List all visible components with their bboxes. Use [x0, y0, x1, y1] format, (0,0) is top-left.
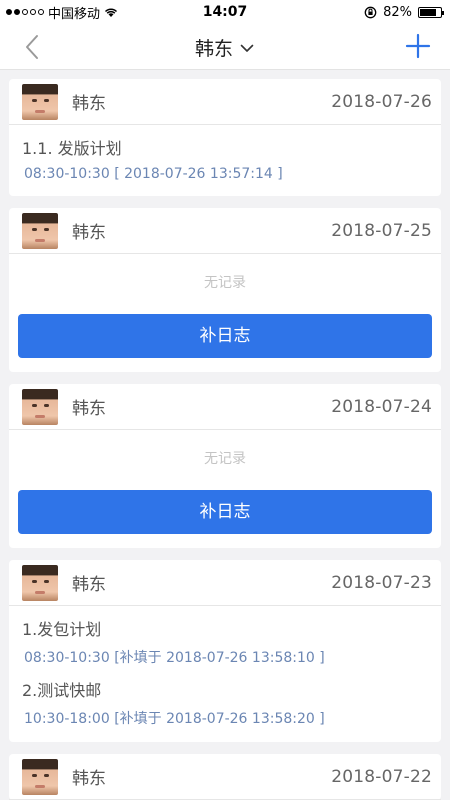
log-date: 2018-07-25: [331, 220, 432, 241]
entry-time: 08:30-10:30 [ 2018-07-26 13:57:14 ]: [24, 166, 283, 182]
log-entry[interactable]: 1.发包计划 08:30-10:30 [补填于 2018-07-26 13:58…: [22, 616, 432, 667]
supplement-log-button[interactable]: 补日志: [18, 314, 432, 358]
log-date: 2018-07-22: [331, 766, 432, 787]
log-date: 2018-07-24: [331, 396, 432, 417]
entry-title: 1.发包计划: [22, 620, 102, 639]
entry-title: 1.1. 发版计划: [22, 139, 122, 158]
entry-time: 08:30-10:30 [补填于 2018-07-26 13:58:10 ]: [24, 650, 325, 666]
author-name: 韩东: [72, 575, 106, 595]
log-card: 韩东 2018-07-22: [9, 754, 441, 800]
nav-bar: 韩东: [0, 24, 450, 70]
rotation-lock-icon: [364, 6, 377, 18]
avatar: [22, 212, 58, 249]
supplement-log-button[interactable]: 补日志: [18, 490, 432, 534]
log-card: 韩东 2018-07-26 1.1. 发版计划 08:30-10:30 [ 20…: [9, 79, 441, 196]
avatar: [22, 83, 58, 120]
battery-percent: 82%: [383, 4, 412, 20]
plus-icon: [405, 33, 431, 59]
chevron-down-icon: [240, 44, 254, 52]
author-name: 韩东: [72, 769, 106, 789]
log-card: 韩东 2018-07-24 无记录 补日志: [9, 384, 441, 548]
log-date: 2018-07-23: [331, 572, 432, 593]
card-header: 韩东 2018-07-22: [9, 754, 441, 800]
card-body: 无记录 补日志: [9, 430, 441, 548]
log-card: 韩东 2018-07-25 无记录 补日志: [9, 208, 441, 372]
log-date: 2018-07-26: [331, 91, 432, 112]
status-right: 82%: [364, 4, 444, 20]
card-body: 无记录 补日志: [9, 254, 441, 372]
status-bar: 中国移动 14:07 82%: [0, 0, 450, 24]
battery-icon: [418, 6, 444, 18]
person-selector[interactable]: 韩东: [0, 34, 450, 61]
add-log-button[interactable]: [402, 30, 434, 62]
log-card: 韩东 2018-07-23 1.发包计划 08:30-10:30 [补填于 20…: [9, 560, 441, 742]
log-entry[interactable]: 1.1. 发版计划 08:30-10:30 [ 2018-07-26 13:57…: [22, 135, 432, 182]
card-body: 1.1. 发版计划 08:30-10:30 [ 2018-07-26 13:57…: [9, 125, 441, 196]
card-header: 韩东 2018-07-26: [9, 79, 441, 125]
no-record-text: 无记录: [204, 451, 246, 467]
avatar: [22, 388, 58, 425]
avatar: [22, 564, 58, 601]
author-name: 韩东: [72, 94, 106, 114]
page-title: 韩东: [194, 38, 233, 60]
author-name: 韩东: [72, 399, 106, 419]
entry-title: 2.测试快邮: [22, 681, 102, 700]
no-record-text: 无记录: [204, 275, 246, 291]
entry-time: 10:30-18:00 [补填于 2018-07-26 13:58:20 ]: [24, 711, 325, 727]
card-header: 韩东 2018-07-25: [9, 208, 441, 254]
daily-log-list[interactable]: 韩东 2018-07-26 1.1. 发版计划 08:30-10:30 [ 20…: [0, 70, 450, 800]
log-entry[interactable]: 2.测试快邮 10:30-18:00 [补填于 2018-07-26 13:58…: [22, 677, 432, 728]
card-header: 韩东 2018-07-23: [9, 560, 441, 606]
author-name: 韩东: [72, 223, 106, 243]
avatar: [22, 758, 58, 795]
card-header: 韩东 2018-07-24: [9, 384, 441, 430]
card-body: 1.发包计划 08:30-10:30 [补填于 2018-07-26 13:58…: [9, 606, 441, 742]
